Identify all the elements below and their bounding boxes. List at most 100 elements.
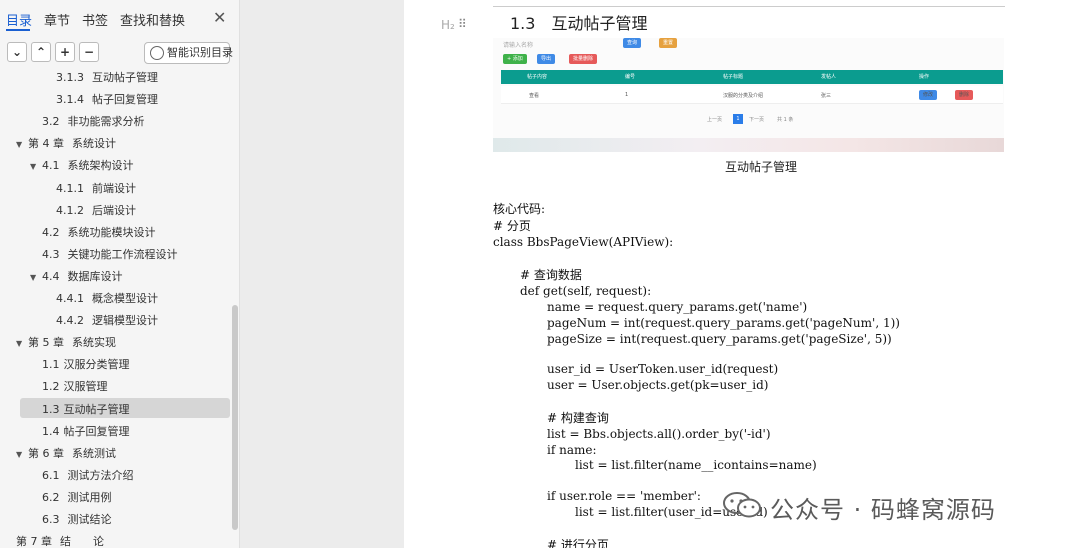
code-line: user_id = UserToken.user_id(request)	[547, 362, 779, 376]
tab-chapters[interactable]: 章节	[44, 10, 70, 29]
sidebar: 目录 章节 书签 查找和替换 ✕ ⌄ ⌃ + − 智能识别目录 3.1.3 互动帖…	[0, 0, 240, 548]
heading-text: 互动帖子管理	[551, 14, 648, 33]
toc-item-label: 测试用例	[67, 490, 112, 504]
drag-handle-icon[interactable]: ⠿	[458, 17, 467, 31]
tab-find-replace[interactable]: 查找和替换	[120, 10, 185, 29]
toc-item-label: 结 论	[60, 535, 104, 548]
code-line: list = Bbs.objects.all().order_by('-id')	[547, 427, 771, 441]
mini-search-button: 查询	[623, 38, 642, 48]
toc-item-number: 4.2	[42, 225, 60, 239]
mini-reset-button: 重置	[659, 38, 678, 48]
toc-item-label: 汉服分类管理	[63, 358, 130, 372]
toc-item[interactable]: 4.3 关键功能工作流程设计	[42, 245, 178, 265]
toc-item[interactable]: 4.1.2 后端设计	[56, 201, 136, 221]
toc-item-label: 汉服管理	[63, 380, 108, 394]
expand-button[interactable]: ⌃	[31, 42, 51, 62]
toc-scrollbar[interactable]	[232, 305, 238, 530]
add-heading-button[interactable]: +	[55, 42, 75, 62]
toc-item[interactable]: 4.4.1 概念模型设计	[56, 289, 158, 309]
expand-caret-icon[interactable]: ▼	[16, 334, 28, 354]
toc-item-label: 测试方法介绍	[67, 468, 134, 482]
expand-caret-icon[interactable]: ▼	[30, 268, 42, 288]
toc-item[interactable]: 1.1 汉服分类管理	[42, 355, 130, 375]
mini-export-button: 导出	[537, 54, 556, 64]
sidebar-tabs: 目录 章节 书签 查找和替换 ✕	[0, 0, 239, 34]
mini-col-author: 发帖人	[821, 74, 837, 80]
toc-item-number: 4.1.1	[56, 181, 84, 195]
expand-caret-icon[interactable]: ▼	[30, 157, 42, 177]
mini-title: 汉服的分类及介绍	[723, 93, 764, 99]
toc-item-label: 互动帖子管理	[92, 71, 158, 84]
embedded-screenshot: 请输入名称 查询 重置 + 添加 导出 批量删除 帖子内容 编号 帖子标题 发帖…	[493, 38, 1004, 152]
toc-item-number: 4.4.2	[56, 314, 84, 328]
expand-caret-icon[interactable]: ▼	[16, 445, 28, 465]
toc-item-number: 1.1	[42, 358, 60, 372]
code-line: name = request.query_params.get('name')	[547, 300, 808, 314]
toc-item[interactable]: ▼ 4.1 系统架构设计	[30, 156, 134, 176]
toc-item-number: 1.2	[42, 380, 60, 394]
toc-item-label: 逻辑模型设计	[92, 314, 158, 328]
smart-toc-button[interactable]: 智能识别目录	[144, 42, 233, 64]
toc-item[interactable]: 4.1.1 前端设计	[56, 179, 136, 199]
expand-caret-icon[interactable]: ▼	[16, 135, 28, 155]
toc-item[interactable]: ▼ 第 5 章系统实现	[16, 333, 116, 353]
toc-item-label: 互动帖子管理	[63, 402, 130, 416]
collapse-button[interactable]: ⌄	[7, 42, 27, 62]
toc-item[interactable]: 3.1.3 互动帖子管理	[56, 68, 158, 88]
mini-author: 张三	[821, 93, 832, 99]
toc-item-number: 第 7 章	[16, 535, 52, 548]
code-line: list = list.filter(name__icontains=name)	[575, 458, 817, 472]
smart-recognize-icon	[150, 46, 164, 60]
toc-item-number: 4.1.2	[56, 203, 84, 217]
toc-item[interactable]: ▼ 第 4 章系统设计	[16, 134, 116, 154]
toc-item[interactable]: 4.2 系统功能模块设计	[42, 223, 156, 243]
close-icon[interactable]: ✕	[213, 8, 226, 27]
toc-toolbar: ⌄ ⌃ + − 智能识别目录	[0, 42, 239, 66]
mini-col-content: 帖子内容	[527, 74, 548, 80]
toc-item-number: 3.1.4	[56, 93, 84, 107]
toc-item[interactable]: 6.3 测试结论	[42, 510, 112, 530]
mini-delete-button: 删除	[955, 90, 974, 100]
toc-item-number: 4.4	[42, 269, 60, 283]
toc-item-number: 3.1.3	[56, 71, 84, 84]
toc-item-number: 6.3	[42, 513, 60, 526]
toc-item-number: 1.4	[42, 424, 60, 438]
toc-item[interactable]: 4.4.2 逻辑模型设计	[56, 311, 158, 331]
tab-toc[interactable]: 目录	[6, 10, 32, 29]
toc-item-number: 4.3	[42, 247, 60, 261]
mini-table-row: 查看 1 汉服的分类及介绍 张三 修改 删除	[501, 86, 1003, 104]
toc-item[interactable]: 第 7 章结 论	[16, 532, 104, 548]
code-line: # 查询数据	[520, 268, 582, 282]
code-line: pageNum = int(request.query_params.get('…	[547, 316, 900, 330]
code-line: class BbsPageView(APIView):	[493, 235, 674, 249]
toc-item[interactable]: 3.2 非功能需求分析	[42, 112, 145, 132]
toc-item-number: 4.4.1	[56, 292, 84, 305]
toc-item-label: 系统实现	[72, 336, 116, 350]
mini-total: 共 1 条	[777, 117, 794, 123]
code-line: pageSize = int(request.query_params.get(…	[547, 332, 892, 346]
toc-item[interactable]: 1.2 汉服管理	[42, 377, 108, 397]
toc-item[interactable]: ▼ 第 6 章系统测试	[16, 444, 116, 464]
toc-item-label: 后端设计	[92, 203, 136, 217]
mini-current-page: 1	[733, 114, 743, 124]
remove-heading-button[interactable]: −	[79, 42, 99, 62]
toc-item-label: 关键功能工作流程设计	[67, 247, 178, 261]
mini-col-title: 帖子标题	[723, 74, 744, 80]
toc-item-number: 6.1	[42, 468, 60, 482]
heading-number: 1.3	[510, 14, 536, 33]
toc-item-label: 系统架构设计	[67, 159, 134, 173]
toc-item[interactable]: 3.1.4 帖子回复管理	[56, 90, 158, 110]
toc-item-number: 1.3	[42, 402, 60, 416]
mini-add-button: + 添加	[503, 54, 527, 64]
heading-level-marker[interactable]: H₂	[441, 18, 455, 32]
toc-item-number: 第 6 章	[28, 446, 64, 460]
mini-col-actions: 操作	[919, 74, 930, 80]
toc-item-label: 系统设计	[72, 137, 116, 151]
toc-item[interactable]: 1.3 互动帖子管理	[42, 400, 130, 420]
code-line: def get(self, request):	[520, 284, 652, 298]
toc-item[interactable]: 6.2 测试用例	[42, 488, 112, 508]
tab-bookmarks[interactable]: 书签	[82, 10, 108, 29]
toc-item[interactable]: 6.1 测试方法介绍	[42, 466, 134, 486]
toc-item[interactable]: ▼ 4.4 数据库设计	[30, 267, 123, 287]
toc-item[interactable]: 1.4 帖子回复管理	[42, 422, 130, 442]
